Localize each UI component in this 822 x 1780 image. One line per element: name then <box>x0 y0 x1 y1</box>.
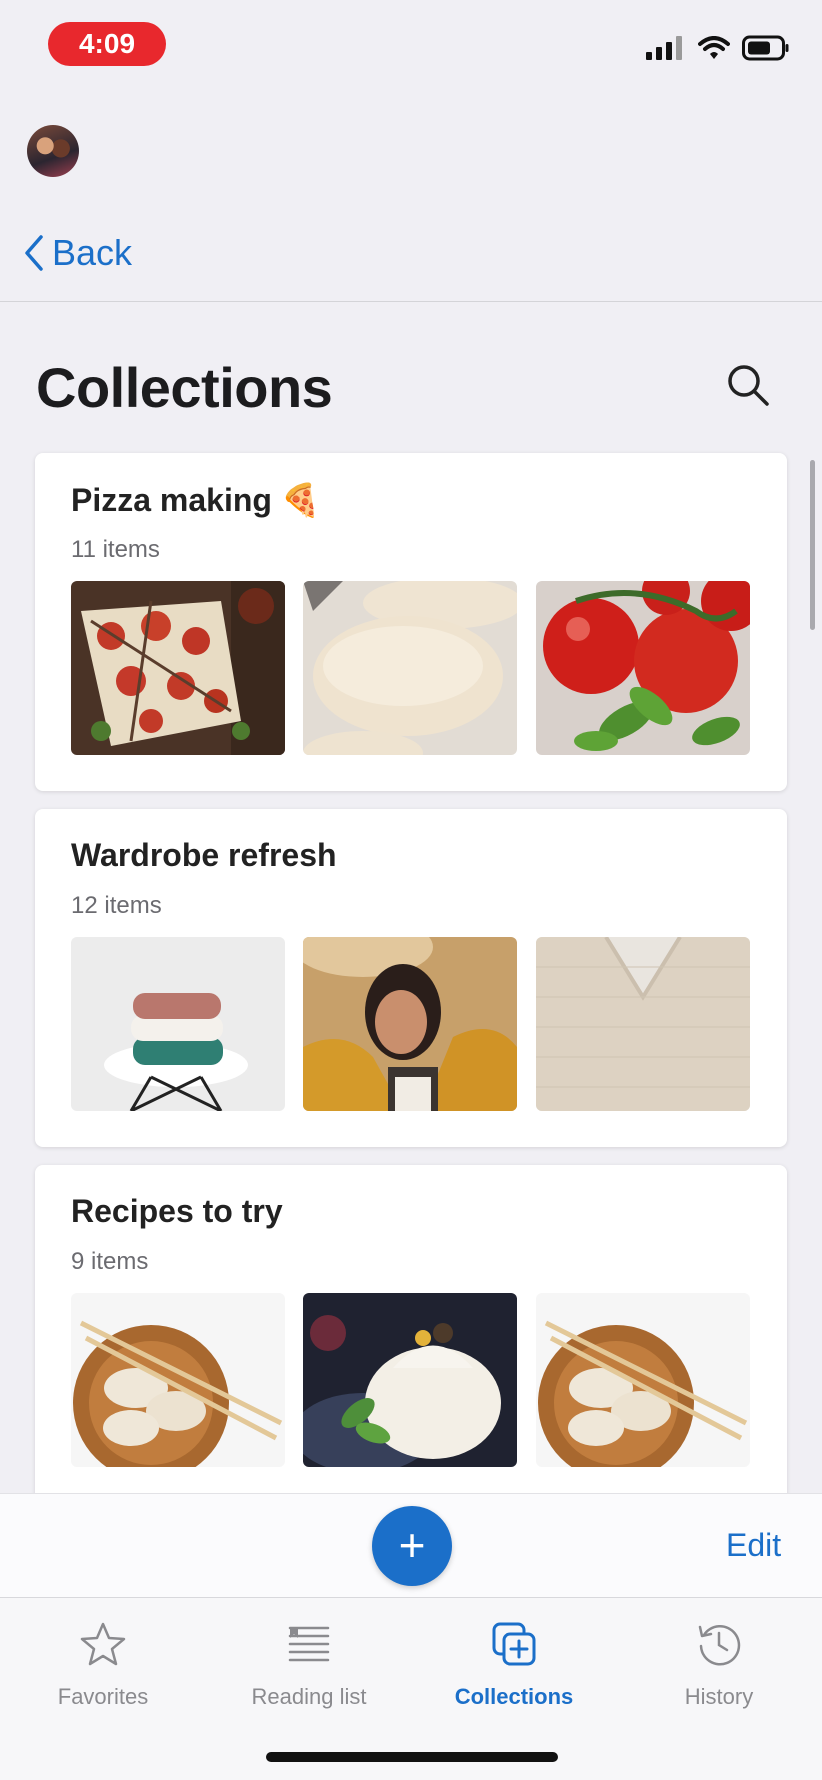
collection-title: Recipes to try <box>71 1193 283 1229</box>
collection-count: 9 items <box>71 1248 149 1275</box>
thumbnail-sweaters-image <box>71 937 285 1111</box>
tab-reading-list[interactable]: Reading list <box>206 1616 412 1710</box>
thumbnail-knit-top-image <box>536 937 750 1111</box>
thumbnail-pizza-image <box>71 581 285 755</box>
collections-icon <box>492 1622 536 1666</box>
collection-card-pizza-making[interactable]: Pizza making 🍕 11 items <box>35 453 787 791</box>
add-collection-button[interactable]: + <box>372 1506 452 1586</box>
back-button[interactable]: Back <box>24 228 132 278</box>
search-icon <box>728 365 769 406</box>
collection-card-wardrobe-refresh[interactable]: Wardrobe refresh 12 items <box>35 809 787 1147</box>
avatar[interactable] <box>27 125 79 177</box>
tab-label: Collections <box>454 1684 574 1709</box>
star-icon <box>80 1622 126 1666</box>
collection-card-recipes-to-try[interactable]: Recipes to try 9 items <box>35 1165 787 1525</box>
chevron-left-icon <box>25 235 43 271</box>
status-icons <box>646 34 790 62</box>
reading-list-icon <box>288 1626 330 1662</box>
collection-title: Wardrobe refresh <box>71 837 337 873</box>
tab-label: History <box>684 1684 754 1709</box>
thumbnail-bao-image <box>303 1293 517 1467</box>
battery-icon <box>742 35 789 61</box>
tab-favorites[interactable]: Favorites <box>0 1616 206 1710</box>
edit-button[interactable]: Edit <box>726 1527 781 1564</box>
header-divider <box>0 301 822 302</box>
thumbnail-dumplings-2-image <box>536 1293 750 1467</box>
history-icon <box>698 1625 741 1666</box>
search-button[interactable] <box>725 362 771 408</box>
thumbnail-dough-image <box>303 581 517 755</box>
tab-label: Favorites <box>57 1684 149 1709</box>
collection-count: 12 items <box>71 892 162 919</box>
tab-label: Reading list <box>251 1684 367 1709</box>
thumbnail-tomatoes-image <box>536 581 750 755</box>
back-label: Back <box>52 232 133 273</box>
wifi-icon <box>698 36 730 59</box>
tab-collections[interactable]: Collections <box>411 1616 617 1710</box>
page-title: Collections <box>36 356 333 419</box>
scrollbar[interactable] <box>810 460 815 630</box>
home-indicator <box>266 1752 558 1762</box>
thumbnail-portrait-image <box>303 937 517 1111</box>
status-time: 4:09 <box>48 22 166 66</box>
thumbnail-dumplings-image <box>71 1293 285 1467</box>
pizza-emoji: 🍕 <box>280 482 321 518</box>
signal-icon <box>646 36 682 60</box>
collection-count: 11 items <box>71 536 160 563</box>
tab-history[interactable]: History <box>616 1616 822 1710</box>
collection-title: Pizza making 🍕 <box>71 482 321 518</box>
